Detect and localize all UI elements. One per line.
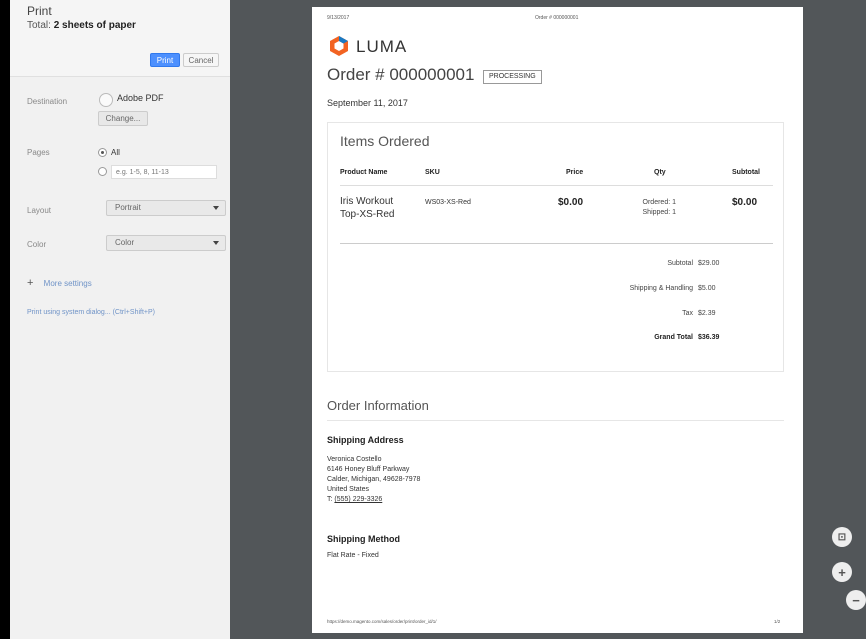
tax-label: Tax <box>682 310 693 317</box>
product-name-line1: Iris Workout <box>340 196 394 207</box>
page-header-date: 9/13/2017 <box>327 15 350 21</box>
pages-range-input[interactable] <box>111 165 217 179</box>
pdf-destination-icon <box>99 93 113 107</box>
subtotal-value: $29.00 <box>698 260 720 267</box>
address-street: 6146 Honey Bluff Parkway <box>327 466 410 473</box>
product-price: $0.00 <box>558 197 584 208</box>
phone-prefix: T: <box>327 496 333 503</box>
shipping-method-title: Shipping Method <box>327 534 400 544</box>
grand-total-value: $36.39 <box>698 334 720 341</box>
phone-link[interactable]: (555) 229-3326 <box>334 496 382 503</box>
tax-value: $2.39 <box>698 310 716 317</box>
destination-label: Destination <box>27 97 68 106</box>
system-dialog-link[interactable]: Print using system dialog... (Ctrl+Shift… <box>27 309 155 316</box>
col-qty: Qty <box>654 169 666 176</box>
address-city: Calder, Michigan, 49628-7978 <box>327 476 421 483</box>
address-country: United States <box>327 486 370 493</box>
print-preview-window: Print Total: 2 sheets of paper Print Can… <box>10 0 866 639</box>
sheet-count: Total: 2 sheets of paper <box>27 20 136 31</box>
qty-shipped: Shipped: 1 <box>642 209 676 216</box>
pages-label: Pages <box>27 148 50 157</box>
print-button[interactable]: Print <box>150 53 180 67</box>
print-panel-header: Print Total: 2 sheets of paper Print Can… <box>10 0 230 77</box>
product-name-line2: Top-XS-Red <box>340 209 395 220</box>
pages-all-label: All <box>111 148 120 157</box>
order-title: Order # 000000001 <box>327 65 475 84</box>
grand-total-label: Grand Total <box>654 334 693 341</box>
table-body-divider <box>340 243 773 244</box>
col-price: Price <box>566 169 584 176</box>
order-date: September 11, 2017 <box>327 98 408 108</box>
product-sku: WS03-XS-Red <box>425 199 471 206</box>
more-settings-link[interactable]: + More settings <box>27 277 92 289</box>
items-ordered-title: Items Ordered <box>340 133 430 149</box>
shipping-address: Veronica Costello 6146 Honey Bluff Parkw… <box>327 455 420 505</box>
cancel-button[interactable]: Cancel <box>183 53 219 67</box>
total-prefix: Total: <box>27 20 51 31</box>
change-destination-button[interactable]: Change... <box>98 111 148 126</box>
order-info-divider <box>327 420 784 421</box>
zoom-in-icon[interactable]: + <box>832 562 852 582</box>
color-value: Color <box>115 238 135 247</box>
luma-logo-text: LUMA <box>356 37 408 56</box>
more-settings-label: More settings <box>43 279 92 288</box>
pages-custom-radio[interactable] <box>98 167 107 176</box>
page-footer-number: 1/2 <box>774 619 781 624</box>
shipping-value: $5.00 <box>698 285 716 292</box>
pages-all-radio[interactable] <box>98 148 107 157</box>
page-header-order: Order # 000000001 <box>535 15 579 21</box>
col-sku: SKU <box>425 169 440 176</box>
layout-label: Layout <box>27 206 52 215</box>
product-subtotal: $0.00 <box>732 197 758 208</box>
shipping-method: Flat Rate - Fixed <box>327 552 379 559</box>
chevron-down-icon <box>213 206 219 210</box>
color-select[interactable]: Color <box>106 235 226 251</box>
page-footer-url: https://demo.magento.com/sales/order/pri… <box>327 619 437 624</box>
luma-logo-icon <box>330 36 348 56</box>
shipping-address-title: Shipping Address <box>327 435 404 445</box>
col-subtotal: Subtotal <box>732 169 760 176</box>
print-preview-page: 9/13/2017 Order # 000000001 LUMA Order #… <box>312 7 803 633</box>
items-ordered-section: Items Ordered Product Name SKU Price Qty… <box>327 122 784 372</box>
total-value: 2 sheets of paper <box>53 20 136 31</box>
address-name: Veronica Costello <box>327 456 382 463</box>
print-settings-panel: Print Total: 2 sheets of paper Print Can… <box>10 0 230 639</box>
fit-page-icon[interactable]: ⊡ <box>832 527 852 547</box>
status-badge: PROCESSING <box>483 70 542 84</box>
panel-title: Print <box>27 4 52 18</box>
layout-value: Portrait <box>115 203 141 212</box>
address-phone-line: T: (555) 229-3326 <box>327 495 420 505</box>
chevron-down-icon <box>213 241 219 245</box>
product-name: Iris Workout Top-XS-Red <box>340 195 394 221</box>
order-information-title: Order Information <box>327 398 429 413</box>
subtotal-label: Subtotal <box>667 260 693 267</box>
layout-select[interactable]: Portrait <box>106 200 226 216</box>
plus-icon: + <box>27 277 34 289</box>
table-header-divider <box>340 185 773 186</box>
shipping-label: Shipping & Handling <box>629 285 693 292</box>
color-label: Color <box>27 240 47 249</box>
product-qty: Ordered: 1 Shipped: 1 <box>621 198 676 218</box>
destination-value: Adobe PDF <box>117 93 164 103</box>
zoom-out-icon[interactable]: − <box>846 590 866 610</box>
col-product-name: Product Name <box>340 169 388 176</box>
qty-ordered: Ordered: 1 <box>642 199 676 206</box>
